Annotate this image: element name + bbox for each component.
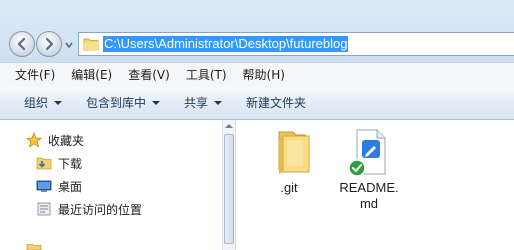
star-icon [26, 132, 42, 148]
back-arrow-icon [17, 37, 26, 51]
file-item-readme[interactable]: README. md [332, 126, 406, 212]
file-list: .git README. md [236, 120, 514, 250]
navigation-pane-scrollbar[interactable] [222, 120, 236, 250]
sidebar-item-label: 最近访问的位置 [58, 202, 143, 217]
new-folder-button[interactable]: 新建文件夹 [234, 88, 318, 118]
sidebar-item-downloads[interactable]: 下载 [36, 152, 82, 174]
folder-icon [83, 38, 99, 51]
navigation-pane: 收藏夹 下载 桌面 最近访问的位置 [0, 120, 222, 250]
menu-file[interactable]: 文件(F) [0, 64, 63, 86]
address-input[interactable]: C:\Users\Administrator\Desktop\futureblo… [78, 32, 514, 56]
share-button[interactable]: 共享 [172, 88, 234, 118]
sidebar-item-label: 下载 [58, 156, 83, 171]
file-item-git[interactable]: .git [252, 126, 326, 196]
organize-button[interactable]: 组织 [0, 88, 74, 118]
menu-view[interactable]: 查看(V) [120, 64, 178, 86]
share-caret-icon [214, 101, 223, 105]
sidebar-item-label: 桌面 [58, 179, 83, 194]
sidebar-item-desktop[interactable]: 桌面 [36, 175, 82, 197]
sidebar-item-recent-places[interactable]: 最近访问的位置 [36, 198, 142, 220]
scroll-up-arrow-icon[interactable] [225, 124, 233, 128]
organize-label: 组织 [24, 96, 49, 110]
back-button[interactable] [9, 31, 35, 57]
address-path-text[interactable]: C:\Users\Administrator\Desktop\futureblo… [103, 36, 349, 52]
recent-places-icon [37, 202, 51, 216]
sidebar-item-favorites[interactable]: 收藏夹 [26, 129, 84, 151]
menu-bar: 文件(F) 编辑(E) 查看(V) 工具(T) 帮助(H) [0, 62, 514, 88]
include-label: 包含到库中 [86, 96, 147, 110]
file-name: README. md [339, 180, 399, 211]
include-caret-icon [152, 101, 161, 105]
markdown-file-icon [348, 129, 386, 177]
menu-tools[interactable]: 工具(T) [178, 64, 235, 86]
forward-button[interactable] [36, 31, 62, 57]
sidebar-item-label: 收藏夹 [48, 133, 85, 148]
menu-edit[interactable]: 编辑(E) [63, 64, 120, 86]
command-toolbar: 组织 包含到库中 共享 新建文件夹 [0, 87, 514, 120]
organize-caret-icon [54, 101, 63, 105]
forward-arrow-icon [45, 37, 54, 51]
scroll-thumb[interactable] [224, 134, 234, 244]
new-folder-label: 新建文件夹 [246, 96, 307, 110]
folder-icon [278, 131, 310, 174]
recent-pages-chevron-down-icon[interactable] [64, 40, 74, 50]
address-bar-area: C:\Users\Administrator\Desktop\futureblo… [0, 0, 514, 62]
desktop-icon [36, 180, 52, 192]
share-label: 共享 [184, 96, 209, 110]
file-name: .git [280, 180, 298, 195]
download-folder-icon [36, 157, 52, 170]
include-in-library-button[interactable]: 包含到库中 [74, 88, 172, 118]
library-folder-icon [26, 244, 42, 250]
menu-help[interactable]: 帮助(H) [235, 64, 293, 86]
